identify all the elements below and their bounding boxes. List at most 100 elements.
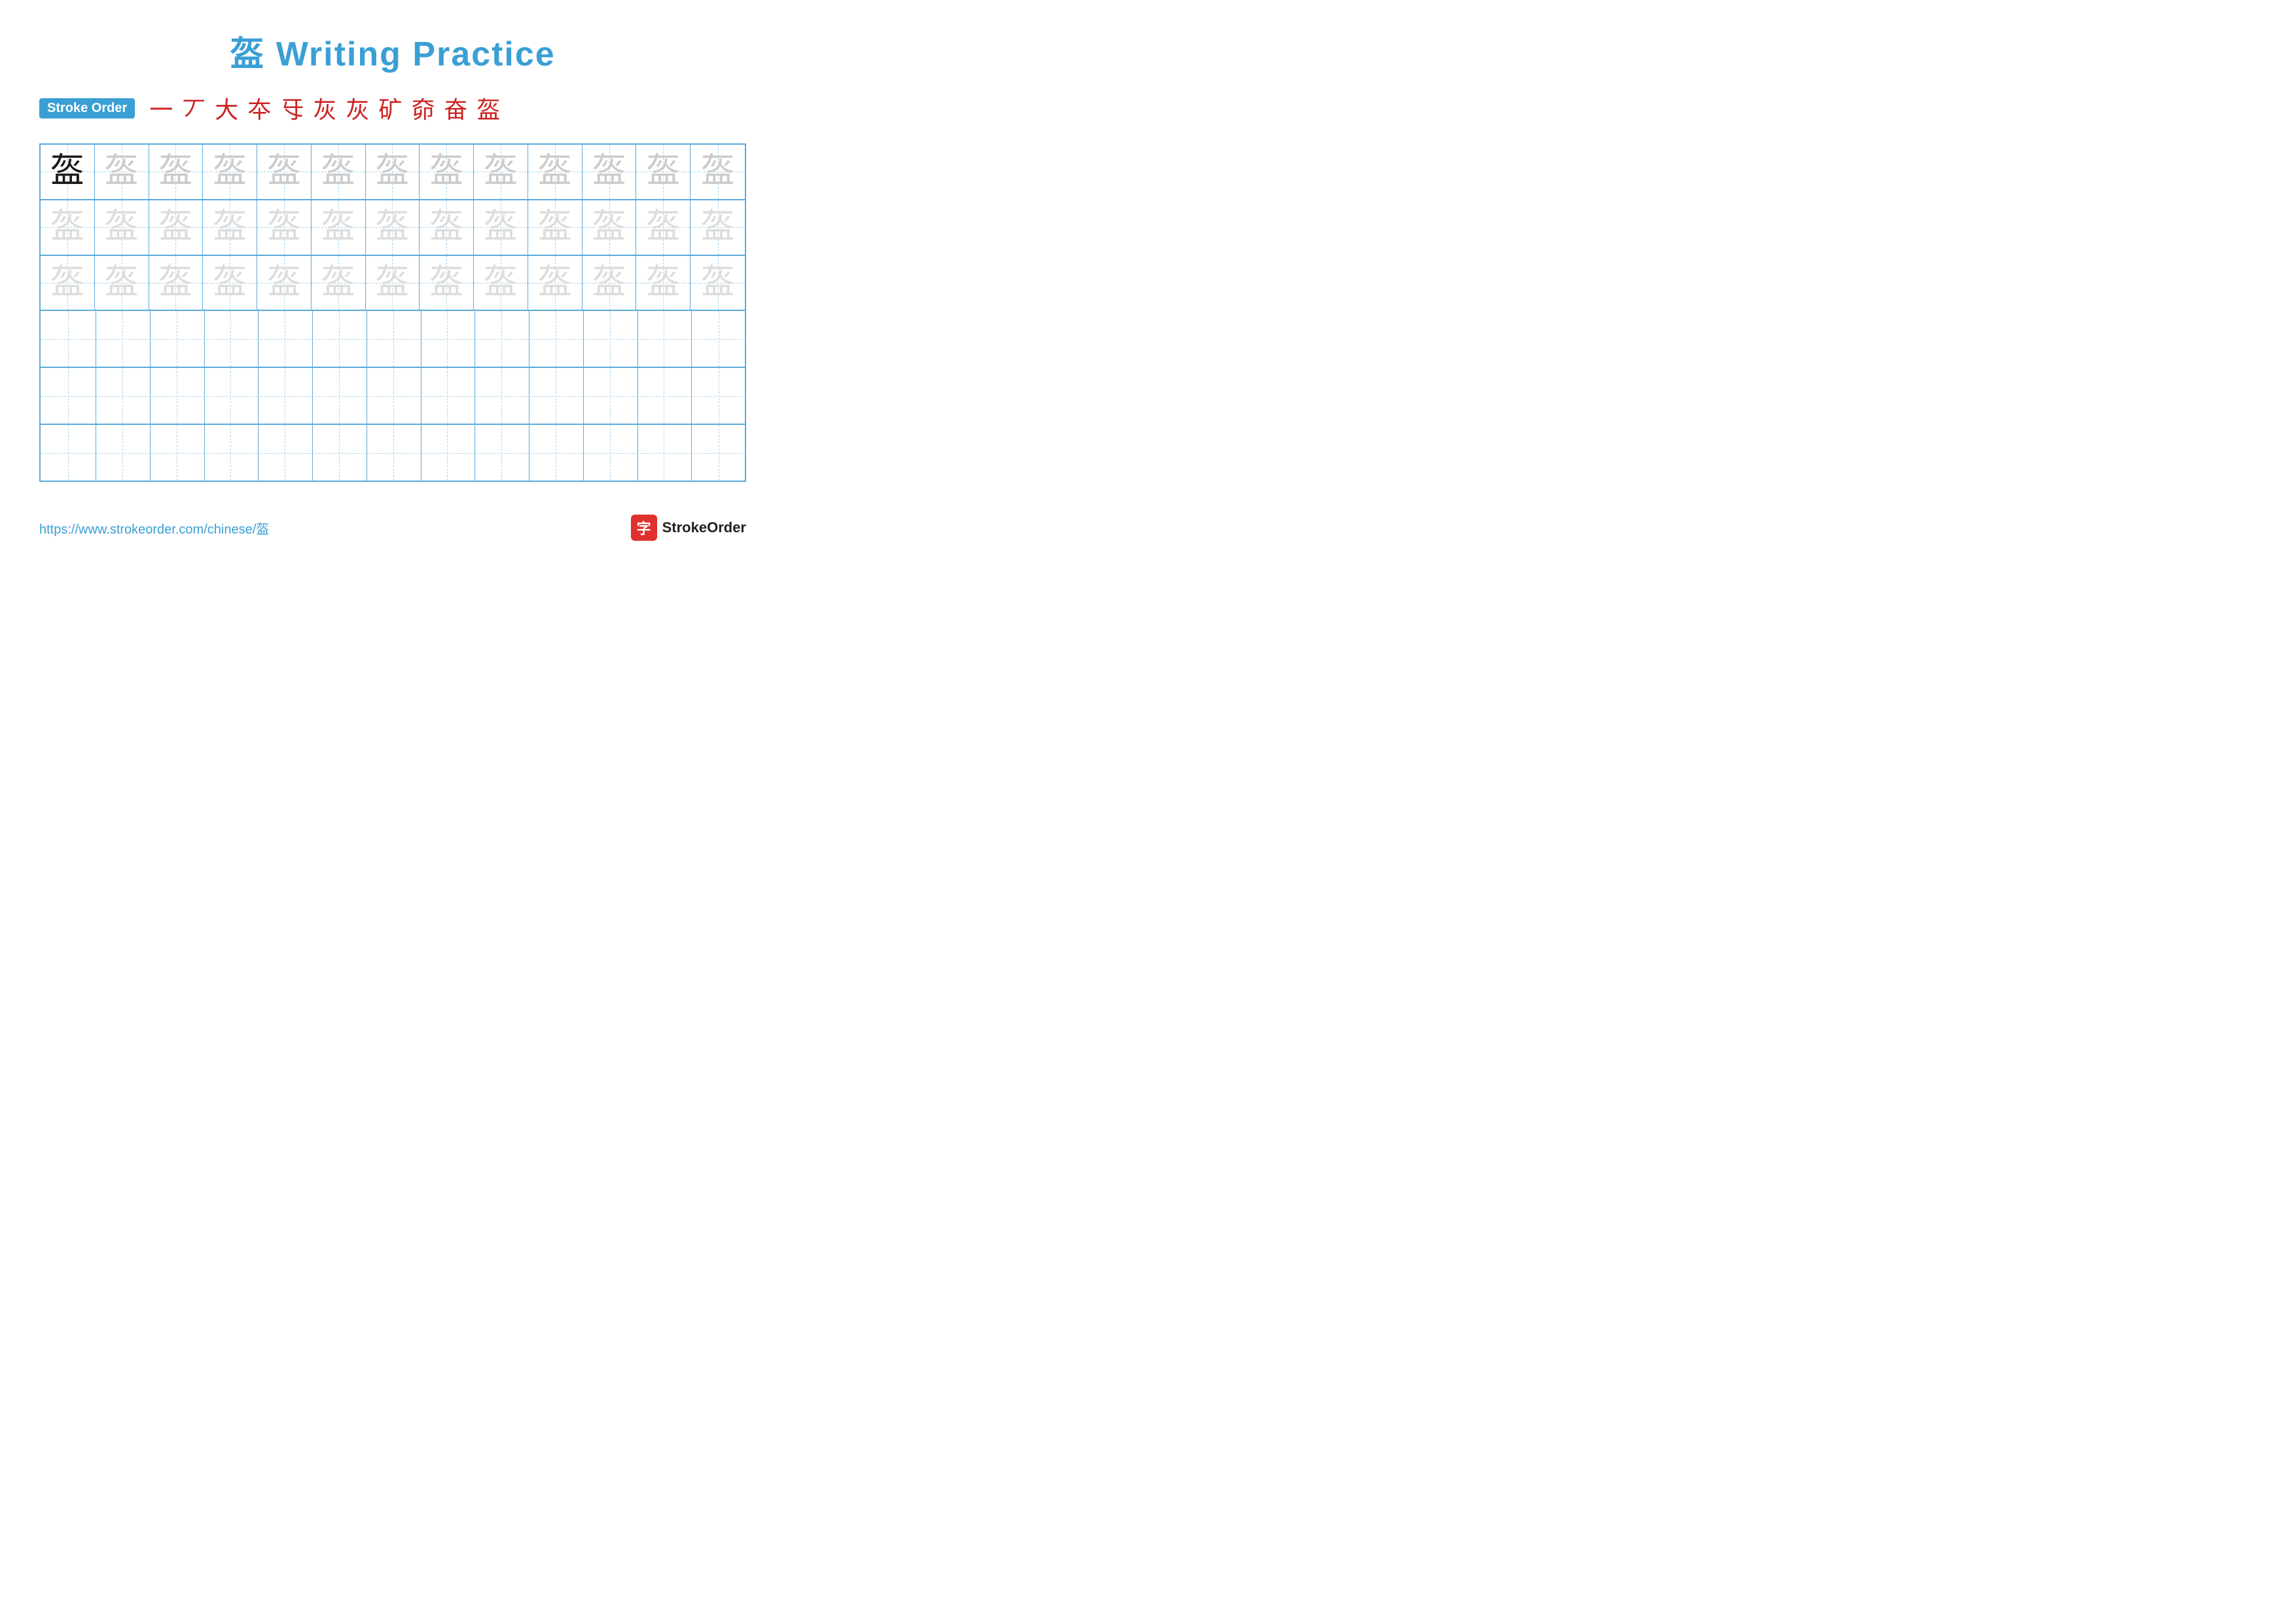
- cell-5-4[interactable]: [203, 368, 259, 424]
- cell-2-7[interactable]: 盔: [366, 200, 420, 255]
- practice-grid: 盔 盔 盔 盔 盔 盔 盔 盔 盔 盔 盔 盔 盔 盔 盔 盔 盔 盔 盔 盔 …: [39, 143, 746, 482]
- cell-3-3[interactable]: 盔: [149, 256, 204, 310]
- cell-1-12[interactable]: 盔: [636, 145, 691, 199]
- cell-3-11[interactable]: 盔: [583, 256, 637, 310]
- grid-row-5: [41, 368, 745, 425]
- char-lighter: 盔: [701, 210, 735, 244]
- cell-1-11[interactable]: 盔: [583, 145, 637, 199]
- cell-2-9[interactable]: 盔: [474, 200, 528, 255]
- cell-4-1[interactable]: [41, 311, 96, 367]
- cell-6-11[interactable]: [583, 425, 638, 481]
- char-lighter: 盔: [375, 266, 409, 300]
- cell-3-13[interactable]: 盔: [691, 256, 745, 310]
- cell-2-10[interactable]: 盔: [528, 200, 583, 255]
- cell-5-3[interactable]: [149, 368, 205, 424]
- cell-1-5[interactable]: 盔: [257, 145, 312, 199]
- cell-6-7[interactable]: [366, 425, 422, 481]
- char-lighter: 盔: [484, 210, 518, 244]
- cell-1-8[interactable]: 盔: [420, 145, 474, 199]
- cell-5-5[interactable]: [257, 368, 313, 424]
- cell-3-1[interactable]: 盔: [41, 256, 95, 310]
- cell-4-6[interactable]: [312, 311, 367, 367]
- footer-url[interactable]: https://www.strokeorder.com/chinese/盔: [39, 519, 269, 538]
- footer-logo-text: StrokeOrder: [662, 519, 746, 536]
- cell-4-2[interactable]: [95, 311, 151, 367]
- cell-4-4[interactable]: [203, 311, 259, 367]
- cell-6-12[interactable]: [636, 425, 692, 481]
- cell-1-3[interactable]: 盔: [149, 145, 204, 199]
- cell-1-13[interactable]: 盔: [691, 145, 745, 199]
- cell-2-6[interactable]: 盔: [312, 200, 366, 255]
- cell-1-4[interactable]: 盔: [203, 145, 257, 199]
- cell-6-8[interactable]: [420, 425, 475, 481]
- cell-5-7[interactable]: [366, 368, 422, 424]
- cell-5-10[interactable]: [528, 368, 584, 424]
- cell-6-6[interactable]: [312, 425, 367, 481]
- cell-2-1[interactable]: 盔: [41, 200, 95, 255]
- cell-1-9[interactable]: 盔: [474, 145, 528, 199]
- cell-2-3[interactable]: 盔: [149, 200, 204, 255]
- cell-6-1[interactable]: [41, 425, 96, 481]
- cell-6-5[interactable]: [257, 425, 313, 481]
- cell-4-12[interactable]: [636, 311, 692, 367]
- char-lighter: 盔: [429, 266, 463, 300]
- cell-5-6[interactable]: [312, 368, 367, 424]
- cell-4-7[interactable]: [366, 311, 422, 367]
- cell-5-12[interactable]: [636, 368, 692, 424]
- cell-3-7[interactable]: 盔: [366, 256, 420, 310]
- cell-2-2[interactable]: 盔: [95, 200, 149, 255]
- cell-5-9[interactable]: [474, 368, 529, 424]
- cell-4-9[interactable]: [474, 311, 529, 367]
- cell-3-9[interactable]: 盔: [474, 256, 528, 310]
- cell-4-3[interactable]: [149, 311, 205, 367]
- grid-row-1: 盔 盔 盔 盔 盔 盔 盔 盔 盔 盔 盔 盔 盔: [41, 145, 745, 200]
- cell-3-4[interactable]: 盔: [203, 256, 257, 310]
- cell-3-2[interactable]: 盔: [95, 256, 149, 310]
- strokeorder-logo-icon: 字: [631, 515, 657, 541]
- stroke-2: 丆: [182, 91, 206, 125]
- char-light: 盔: [321, 155, 355, 189]
- cell-6-10[interactable]: [528, 425, 584, 481]
- cell-2-12[interactable]: 盔: [636, 200, 691, 255]
- cell-6-13[interactable]: [691, 425, 746, 481]
- cell-2-5[interactable]: 盔: [257, 200, 312, 255]
- cell-3-6[interactable]: 盔: [312, 256, 366, 310]
- cell-5-13[interactable]: [691, 368, 746, 424]
- cell-2-8[interactable]: 盔: [420, 200, 474, 255]
- cell-4-11[interactable]: [583, 311, 638, 367]
- char-lighter: 盔: [50, 266, 84, 300]
- char-light: 盔: [646, 155, 680, 189]
- stroke-9: 奅: [411, 91, 435, 125]
- cell-2-13[interactable]: 盔: [691, 200, 745, 255]
- cell-4-8[interactable]: [420, 311, 475, 367]
- cell-1-7[interactable]: 盔: [366, 145, 420, 199]
- cell-1-1[interactable]: 盔: [41, 145, 95, 199]
- char-dark: 盔: [50, 155, 84, 189]
- cell-2-11[interactable]: 盔: [583, 200, 637, 255]
- char-lighter: 盔: [267, 266, 301, 300]
- cell-6-3[interactable]: [149, 425, 205, 481]
- cell-6-4[interactable]: [203, 425, 259, 481]
- cell-3-10[interactable]: 盔: [528, 256, 583, 310]
- cell-5-8[interactable]: [420, 368, 475, 424]
- cell-5-11[interactable]: [583, 368, 638, 424]
- stroke-3: 大: [215, 91, 238, 125]
- cell-6-2[interactable]: [95, 425, 151, 481]
- char-lighter: 盔: [592, 266, 626, 300]
- char-light: 盔: [484, 155, 518, 189]
- cell-4-5[interactable]: [257, 311, 313, 367]
- cell-1-10[interactable]: 盔: [528, 145, 583, 199]
- cell-1-6[interactable]: 盔: [312, 145, 366, 199]
- cell-4-10[interactable]: [528, 311, 584, 367]
- cell-1-2[interactable]: 盔: [95, 145, 149, 199]
- grid-row-4: [41, 311, 745, 368]
- cell-5-2[interactable]: [95, 368, 151, 424]
- cell-4-13[interactable]: [691, 311, 746, 367]
- cell-5-1[interactable]: [41, 368, 96, 424]
- cell-3-12[interactable]: 盔: [636, 256, 691, 310]
- cell-2-4[interactable]: 盔: [203, 200, 257, 255]
- char-light: 盔: [429, 155, 463, 189]
- cell-3-8[interactable]: 盔: [420, 256, 474, 310]
- cell-6-9[interactable]: [474, 425, 529, 481]
- cell-3-5[interactable]: 盔: [257, 256, 312, 310]
